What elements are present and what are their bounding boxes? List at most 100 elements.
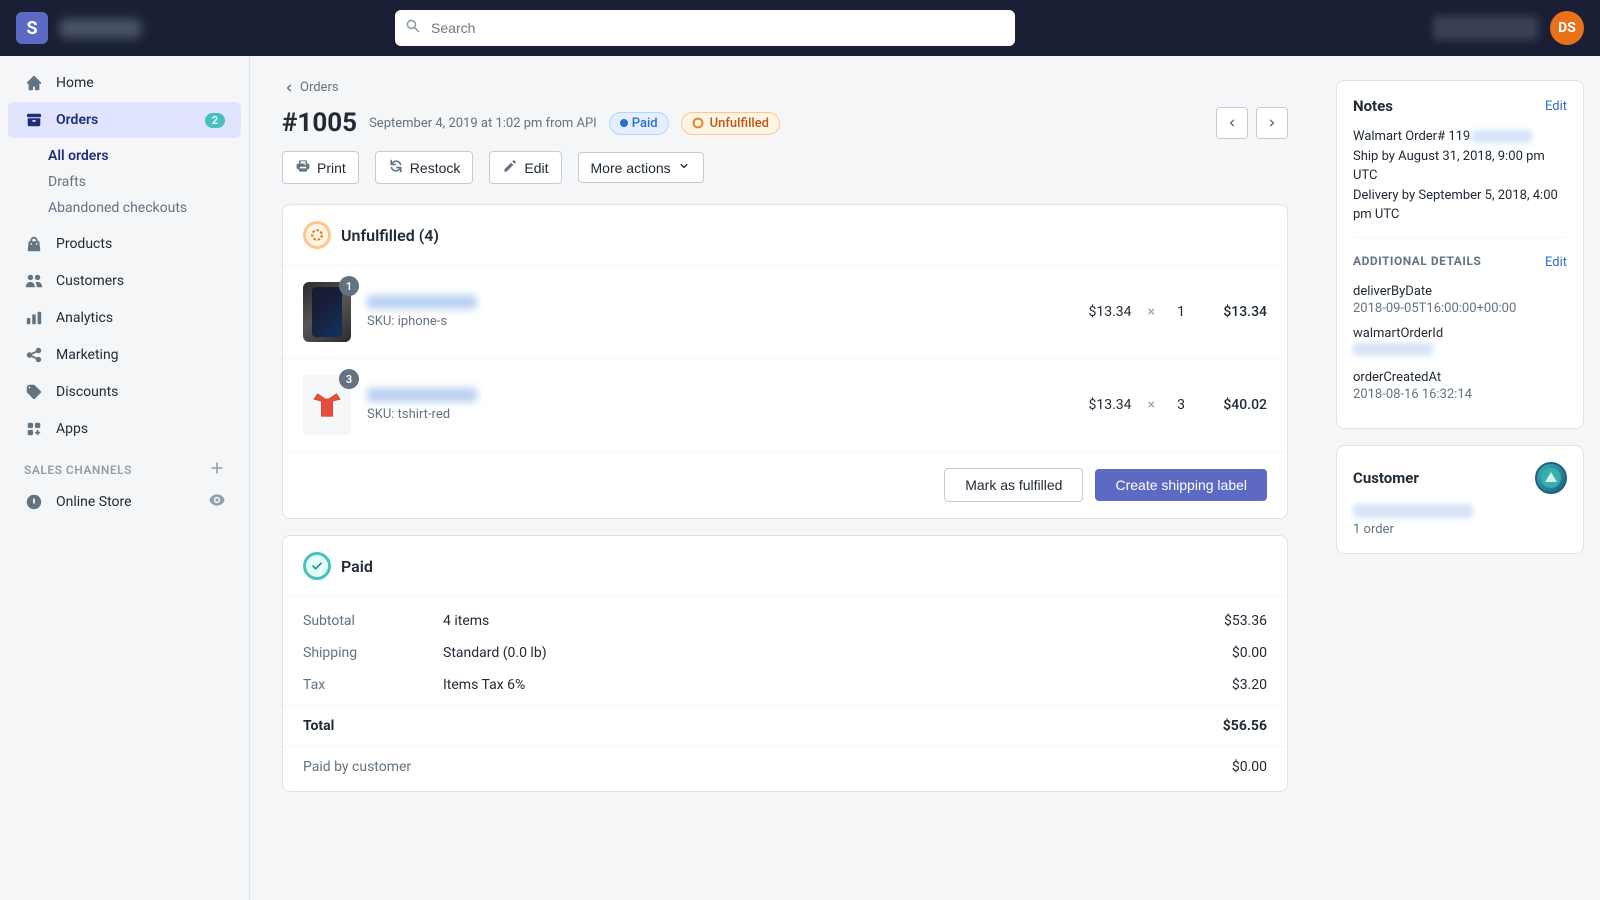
item-name-blurred-1: [367, 295, 477, 309]
prev-order-button[interactable]: [1216, 107, 1248, 139]
item-qty-badge-1: 1: [339, 276, 359, 296]
sidebar-sub-drafts[interactable]: Drafts: [48, 169, 249, 195]
next-order-button[interactable]: [1256, 107, 1288, 139]
edit-label: Edit: [524, 160, 548, 176]
sidebar-item-home[interactable]: Home: [8, 65, 241, 101]
analytics-icon: [24, 308, 44, 328]
paid-status-icon: [303, 552, 331, 580]
payment-rows: Subtotal 4 items $53.36 Shipping Standar…: [283, 597, 1287, 791]
sidebar-item-apps[interactable]: Apps: [8, 411, 241, 447]
detail-value-0: 2018-09-05T16:00:00+00:00: [1353, 301, 1567, 316]
sidebar-item-customers[interactable]: Customers: [8, 263, 241, 299]
item-total-1: $13.34: [1207, 304, 1267, 320]
shopify-logo: S: [16, 12, 48, 44]
paid-dot: [620, 119, 628, 127]
more-actions-button[interactable]: More actions: [578, 152, 704, 183]
main-column: Unfulfilled (4) 1 SKU: iphone-s: [282, 204, 1288, 808]
unfulfilled-title: Unfulfilled (4): [341, 226, 439, 245]
order-date: September 4, 2019 at 1:02 pm from API: [369, 116, 597, 131]
topnav-extra: shopify store: [1433, 16, 1538, 40]
detail-key-0: deliverByDate: [1353, 284, 1567, 299]
sidebar-item-discounts[interactable]: Discounts: [8, 374, 241, 410]
sidebar-item-marketing[interactable]: Marketing: [8, 337, 241, 373]
mark-fulfilled-button[interactable]: Mark as fulfilled: [944, 468, 1083, 502]
sidebar-item-label: Analytics: [56, 310, 113, 326]
sidebar-item-products[interactable]: Products: [8, 226, 241, 262]
item-price-2: $13.34: [1072, 397, 1132, 413]
payment-row-tax: Tax Items Tax 6% $3.20: [283, 669, 1287, 701]
top-navigation: S store name shopify store DS: [0, 0, 1600, 56]
content-columns: Unfulfilled (4) 1 SKU: iphone-s: [282, 204, 1288, 808]
right-panel: Notes Edit Walmart Order# 119 Ship by Au…: [1320, 56, 1600, 900]
payment-row-total: Total $56.56: [283, 710, 1287, 742]
discounts-icon: [24, 382, 44, 402]
sidebar-item-label: Orders: [56, 112, 98, 128]
item-sku-2: SKU: tshirt-red: [367, 407, 1056, 422]
sidebar-item-label: Online Store: [56, 494, 132, 510]
paid-card: Paid Subtotal 4 items $53.36 Shipping St…: [282, 535, 1288, 792]
sidebar-item-orders[interactable]: Orders 2: [8, 102, 241, 138]
item-details-tshirt: SKU: tshirt-red: [367, 388, 1056, 422]
edit-icon: [502, 158, 518, 177]
order-item-tshirt: 3 SKU: tshirt-red $13.34 × 3 $40.02: [283, 359, 1287, 452]
print-icon: [295, 158, 311, 177]
sidebar-item-online-store[interactable]: Online Store: [8, 484, 241, 520]
online-store-visibility-icon: [209, 492, 225, 512]
sidebar-sub-all-orders[interactable]: All orders: [48, 143, 249, 169]
payment-row-shipping: Shipping Standard (0.0 lb) $0.00: [283, 637, 1287, 669]
item-total-2: $40.02: [1207, 397, 1267, 413]
sidebar-item-label: Products: [56, 236, 112, 252]
unfulfilled-card-header: Unfulfilled (4): [283, 205, 1287, 266]
create-shipping-label-button[interactable]: Create shipping label: [1095, 469, 1267, 501]
restock-button[interactable]: Restock: [375, 151, 474, 184]
customer-card: Customer 1 order: [1336, 445, 1584, 554]
additional-details-edit[interactable]: Edit: [1545, 255, 1567, 270]
customer-orders: 1 order: [1353, 522, 1567, 537]
item-multiplier-2: ×: [1148, 397, 1155, 413]
print-button[interactable]: Print: [282, 151, 359, 184]
marketing-icon: [24, 345, 44, 365]
paid-title: Paid: [341, 557, 373, 576]
products-icon: [24, 234, 44, 254]
chevron-down-icon: [677, 159, 691, 176]
item-details-iphone: SKU: iphone-s: [367, 295, 1056, 329]
item-qty-badge-2: 3: [339, 369, 359, 389]
sidebar-item-label: Home: [56, 75, 94, 91]
notes-content: Walmart Order# 119 Ship by August 31, 20…: [1353, 127, 1567, 225]
sidebar-sub-abandoned[interactable]: Abandoned checkouts: [48, 195, 249, 221]
restock-icon: [388, 158, 404, 177]
search-bar[interactable]: [395, 10, 1015, 46]
sidebar: Home Orders 2 All orders Drafts Abandone…: [0, 56, 250, 900]
order-item-iphone: 1 SKU: iphone-s $13.34 × 1 $13.34: [283, 266, 1287, 359]
apps-icon: [24, 419, 44, 439]
item-price-1: $13.34: [1072, 304, 1132, 320]
sidebar-item-label: Discounts: [56, 384, 118, 400]
search-input[interactable]: [395, 10, 1015, 46]
topnav-right: shopify store DS: [1433, 11, 1584, 45]
orders-badge: 2: [205, 113, 225, 128]
paid-card-header: Paid: [283, 536, 1287, 597]
additional-details-title: ADDITIONAL DETAILS: [1353, 254, 1481, 268]
add-sales-channel-icon[interactable]: [209, 460, 225, 479]
page-nav-arrows: [1216, 107, 1288, 139]
edit-button[interactable]: Edit: [489, 151, 561, 184]
page-title: #1005: [282, 108, 357, 138]
action-bar: Print Restock Edit More actions: [282, 151, 1288, 184]
search-icon: [405, 18, 421, 38]
sidebar-item-analytics[interactable]: Analytics: [8, 300, 241, 336]
user-avatar[interactable]: DS: [1550, 11, 1584, 45]
detail-key-2: orderCreatedAt: [1353, 370, 1567, 385]
breadcrumb-label: Orders: [300, 80, 339, 95]
breadcrumb[interactable]: Orders: [282, 80, 1288, 95]
store-name: store name: [60, 20, 180, 36]
unfulfilled-card-actions: Mark as fulfilled Create shipping label: [283, 452, 1287, 518]
page-header: #1005 September 4, 2019 at 1:02 pm from …: [282, 107, 1288, 139]
orders-icon: [24, 110, 44, 130]
item-name-blurred-2: [367, 388, 477, 402]
customer-avatar: [1535, 462, 1567, 494]
fulfillment-status-badge: Unfulfilled: [681, 112, 780, 135]
more-actions-label: More actions: [591, 160, 671, 176]
sidebar-item-label: Marketing: [56, 347, 119, 363]
notes-edit-link[interactable]: Edit: [1545, 99, 1567, 114]
item-image-tshirt: 3: [303, 375, 351, 435]
